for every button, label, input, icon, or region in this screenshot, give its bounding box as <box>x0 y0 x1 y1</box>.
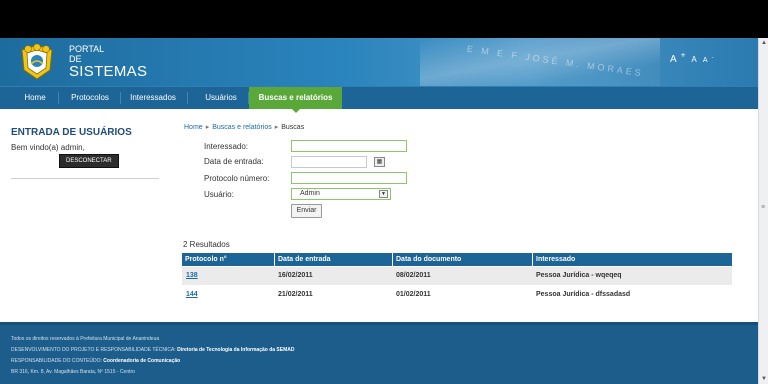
portal-brand[interactable]: PORTAL DE SISTEMAS <box>69 44 147 80</box>
font-increase-button[interactable]: A + <box>670 50 686 65</box>
column-header-data-entrada[interactable]: Data de entrada <box>274 253 392 266</box>
usuario-selected-value: Admin <box>300 190 320 197</box>
font-decrease-button[interactable]: A- <box>703 55 714 64</box>
site-header: E M E F JOSÉ M. MORAES PORTAL DE SISTEMA… <box>0 38 758 86</box>
column-header-protocolo[interactable]: Protocolo n° <box>182 253 274 266</box>
cell-protocolo: 138 <box>182 267 274 285</box>
vertical-scrollbar[interactable]: ▲ ≡ ▼ <box>758 38 768 384</box>
page-viewport: E M E F JOSÉ M. MORAES PORTAL DE SISTEMA… <box>0 38 758 384</box>
font-reset-button[interactable]: A <box>691 55 696 64</box>
protocolo-link[interactable]: 138 <box>186 272 198 279</box>
scroll-down-arrow-icon[interactable]: ▼ <box>761 376 767 382</box>
cell-data-entrada: 16/02/2011 <box>278 272 313 279</box>
interessado-input[interactable] <box>291 140 407 152</box>
footer-content-credit: RESPONSABILIDADE DO CONTEÚDO: Coordenado… <box>11 358 181 364</box>
breadcrumb-separator-icon: ▸ <box>205 124 210 131</box>
column-header-interessado[interactable]: Interessado <box>532 253 732 266</box>
nav-usuarios[interactable]: Usuários <box>196 87 246 109</box>
breadcrumb-separator-icon: ▸ <box>274 124 279 131</box>
interessado-label: Interessado: <box>204 142 249 151</box>
protocolo-input[interactable] <box>291 172 407 184</box>
browser-top-bar <box>0 0 768 38</box>
brand-line-sistemas: SISTEMAS <box>69 63 148 80</box>
usuario-label: Usuário: <box>204 190 234 199</box>
protocolo-link[interactable]: 144 <box>186 291 198 298</box>
usuario-select[interactable]: Admin ▼ <box>291 188 391 200</box>
footer-address: BR 316, Km. 8, Av. Magalhães Barata, Nº … <box>11 369 135 375</box>
breadcrumb-home-link[interactable]: Home <box>184 124 203 131</box>
data-entrada-label: Data de entrada: <box>204 157 264 166</box>
submit-button[interactable]: Enviar <box>291 204 322 218</box>
scroll-up-arrow-icon[interactable]: ▲ <box>761 40 767 46</box>
footer-copyright: Todos os direitos reservados à Prefeitur… <box>11 336 160 342</box>
font-size-controls: A + A A- <box>670 50 718 65</box>
nav-protocolos[interactable]: Protocolos <box>62 87 118 109</box>
nav-buscas-relatorios[interactable]: Buscas e relatórios <box>249 87 342 113</box>
breadcrumb-current: Buscas <box>281 124 305 131</box>
cell-interessado: Pessoa Jurídica - wqeqeq <box>536 272 622 279</box>
cell-interessado: Pessoa Jurídica - dfssadasd <box>536 291 631 298</box>
cell-data-entrada: 21/02/2011 <box>278 291 313 298</box>
nav-interessados[interactable]: Interessados <box>122 87 184 109</box>
pma-logo[interactable] <box>20 44 54 80</box>
footer-dev-credit: DESENVOLVIMENTO DO PROJETO E RESPONSABIL… <box>11 347 295 353</box>
protocolo-label: Protocolo número: <box>204 174 270 183</box>
scroll-grip-icon[interactable]: ≡ <box>761 204 765 211</box>
table-header: Protocolo n° Data de entrada Data do doc… <box>182 253 732 266</box>
sidebar-title: ENTRADA DE USUÁRIOS <box>11 127 132 138</box>
footer-top-border <box>0 322 758 325</box>
main-nav: Home Protocolos Interessados Usuários Bu… <box>0 86 758 113</box>
results-count: 2 Resultados <box>183 240 230 249</box>
data-entrada-input[interactable] <box>291 156 367 168</box>
chevron-down-icon: ▼ <box>379 190 388 198</box>
breadcrumb-section-link[interactable]: Buscas e relatórios <box>212 124 272 131</box>
breadcrumb: Home ▸ Buscas e relatórios ▸ Buscas <box>184 123 304 131</box>
site-footer: Todos os direitos reservados à Prefeitur… <box>0 322 758 384</box>
cell-protocolo: 144 <box>182 286 274 304</box>
column-header-data-documento[interactable]: Data do documento <box>392 253 532 266</box>
sidebar-divider <box>11 178 159 179</box>
cell-data-documento: 01/02/2011 <box>396 291 431 298</box>
nav-home[interactable]: Home <box>14 87 56 109</box>
nav-divider <box>58 92 59 104</box>
table-row: 144 21/02/2011 01/02/2011 Pessoa Jurídic… <box>182 286 732 304</box>
brand-line-portal: PORTAL <box>69 44 105 54</box>
logout-button[interactable]: DESCONECTAR <box>59 154 119 168</box>
calendar-icon[interactable]: ▦ <box>374 157 385 167</box>
nav-divider <box>187 92 188 104</box>
table-row: 138 16/02/2011 08/02/2011 Pessoa Jurídic… <box>182 267 732 285</box>
cell-data-documento: 08/02/2011 <box>396 272 431 279</box>
welcome-text: Bem vindo(a) admin, <box>11 143 85 152</box>
nav-divider <box>120 92 121 104</box>
